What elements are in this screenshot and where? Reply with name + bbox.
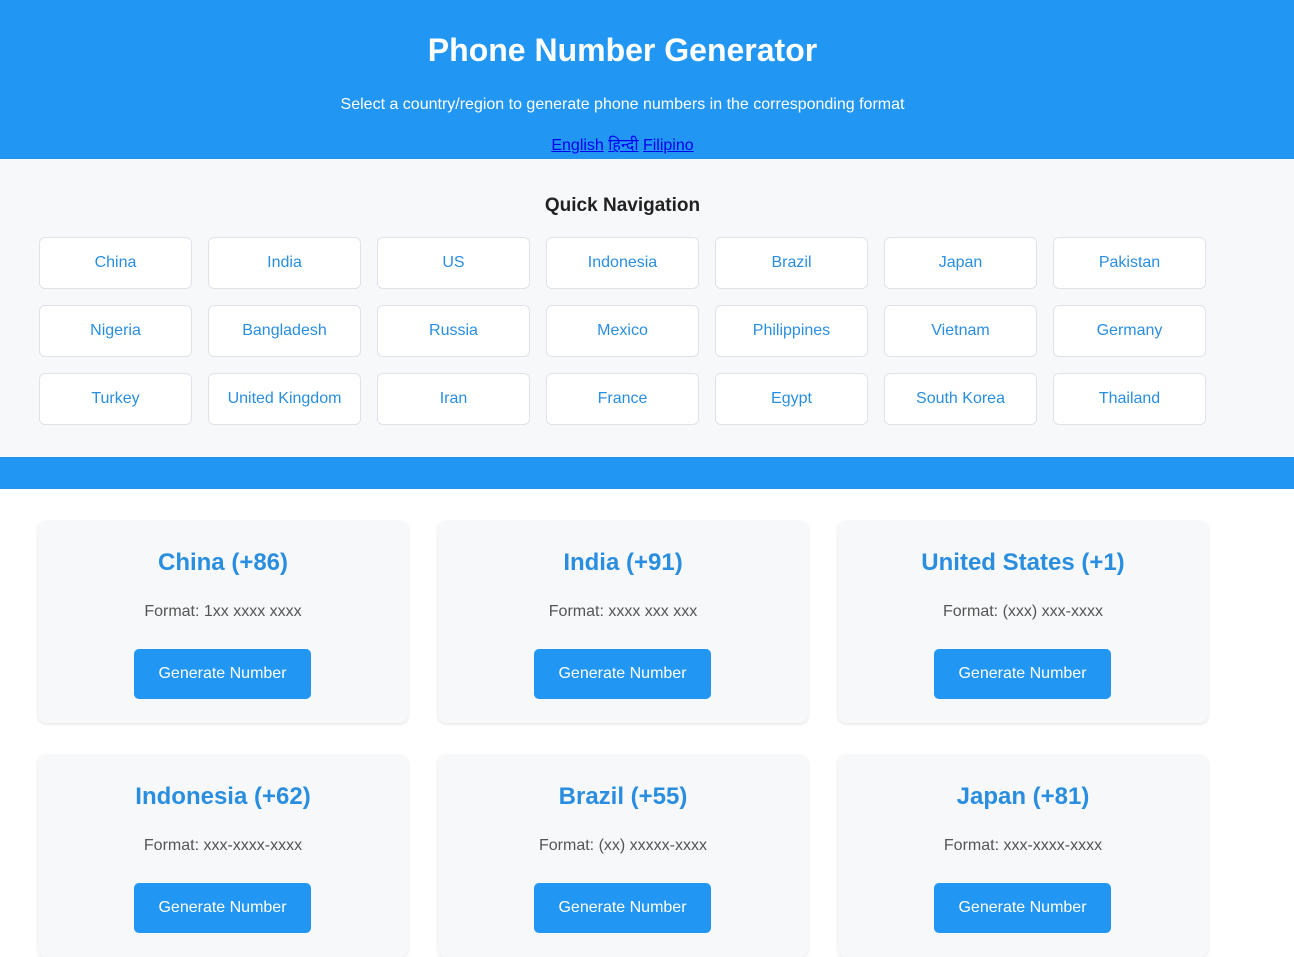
nav-button-egypt[interactable]: Egypt — [715, 373, 868, 425]
card-title: United States (+1) — [921, 549, 1125, 576]
language-link-english[interactable]: English — [551, 137, 603, 154]
language-switcher: English हिन्दी Filipino — [0, 136, 1245, 156]
nav-button-bangladesh[interactable]: Bangladesh — [208, 305, 361, 357]
nav-button-france[interactable]: France — [546, 373, 699, 425]
nav-button-china[interactable]: China — [39, 237, 192, 289]
nav-button-russia[interactable]: Russia — [377, 305, 530, 357]
quick-navigation-title: Quick Navigation — [544, 195, 701, 216]
nav-button-united-kingdom[interactable]: United Kingdom — [208, 373, 361, 425]
nav-button-nigeria[interactable]: Nigeria — [39, 305, 192, 357]
card-title: Indonesia (+62) — [135, 783, 311, 810]
generate-number-button[interactable]: Generate Number — [934, 883, 1111, 933]
nav-button-japan[interactable]: Japan — [884, 237, 1037, 289]
country-card-india: India (+91) Format: xxxx xxx xxx Generat… — [438, 521, 808, 723]
nav-button-vietnam[interactable]: Vietnam — [884, 305, 1037, 357]
generate-number-button[interactable]: Generate Number — [534, 883, 711, 933]
card-format: Format: xxxx xxx xxx — [548, 603, 698, 620]
generate-number-button[interactable]: Generate Number — [134, 649, 311, 699]
nav-button-germany[interactable]: Germany — [1053, 305, 1206, 357]
nav-button-mexico[interactable]: Mexico — [546, 305, 699, 357]
country-cards-grid: China (+86) Format: 1xx xxxx xxxx Genera… — [38, 521, 1208, 957]
quick-navigation-section: Quick Navigation China India US Indonesi… — [0, 159, 1294, 457]
generate-number-button[interactable]: Generate Number — [134, 883, 311, 933]
country-card-japan: Japan (+81) Format: xxx-xxxx-xxxx Genera… — [838, 755, 1208, 957]
page-title: Phone Number Generator — [427, 32, 818, 68]
quick-navigation-grid: China India US Indonesia Brazil Japan Pa… — [39, 237, 1206, 425]
nav-button-india[interactable]: India — [208, 237, 361, 289]
nav-button-brazil[interactable]: Brazil — [715, 237, 868, 289]
card-format: Format: xxx-xxxx-xxxx — [143, 837, 303, 854]
nav-button-turkey[interactable]: Turkey — [39, 373, 192, 425]
section-divider-band — [0, 457, 1294, 489]
nav-button-pakistan[interactable]: Pakistan — [1053, 237, 1206, 289]
nav-button-south-korea[interactable]: South Korea — [884, 373, 1037, 425]
language-link-hindi[interactable]: हिन्दी — [608, 137, 638, 154]
card-format: Format: 1xx xxxx xxxx — [144, 603, 302, 620]
card-format: Format: xxx-xxxx-xxxx — [943, 837, 1103, 854]
generate-number-button[interactable]: Generate Number — [934, 649, 1111, 699]
card-title: Brazil (+55) — [558, 783, 688, 810]
card-format: Format: (xxx) xxx-xxxx — [943, 603, 1103, 620]
nav-button-thailand[interactable]: Thailand — [1053, 373, 1206, 425]
language-link-filipino[interactable]: Filipino — [643, 137, 694, 154]
country-card-united-states: United States (+1) Format: (xxx) xxx-xxx… — [838, 521, 1208, 723]
country-card-indonesia: Indonesia (+62) Format: xxx-xxxx-xxxx Ge… — [38, 755, 408, 957]
card-title: India (+91) — [563, 549, 683, 576]
nav-button-indonesia[interactable]: Indonesia — [546, 237, 699, 289]
country-card-brazil: Brazil (+55) Format: (xx) xxxxx-xxxx Gen… — [438, 755, 808, 957]
page-subtitle: Select a country/region to generate phon… — [340, 96, 905, 113]
card-format: Format: (xx) xxxxx-xxxx — [539, 837, 707, 854]
nav-button-iran[interactable]: Iran — [377, 373, 530, 425]
nav-button-us[interactable]: US — [377, 237, 530, 289]
country-card-china: China (+86) Format: 1xx xxxx xxxx Genera… — [38, 521, 408, 723]
nav-button-philippines[interactable]: Philippines — [715, 305, 868, 357]
generate-number-button[interactable]: Generate Number — [534, 649, 711, 699]
card-title: China (+86) — [157, 549, 289, 576]
card-title: Japan (+81) — [956, 783, 1090, 810]
page-header: Phone Number Generator Select a country/… — [0, 0, 1294, 159]
